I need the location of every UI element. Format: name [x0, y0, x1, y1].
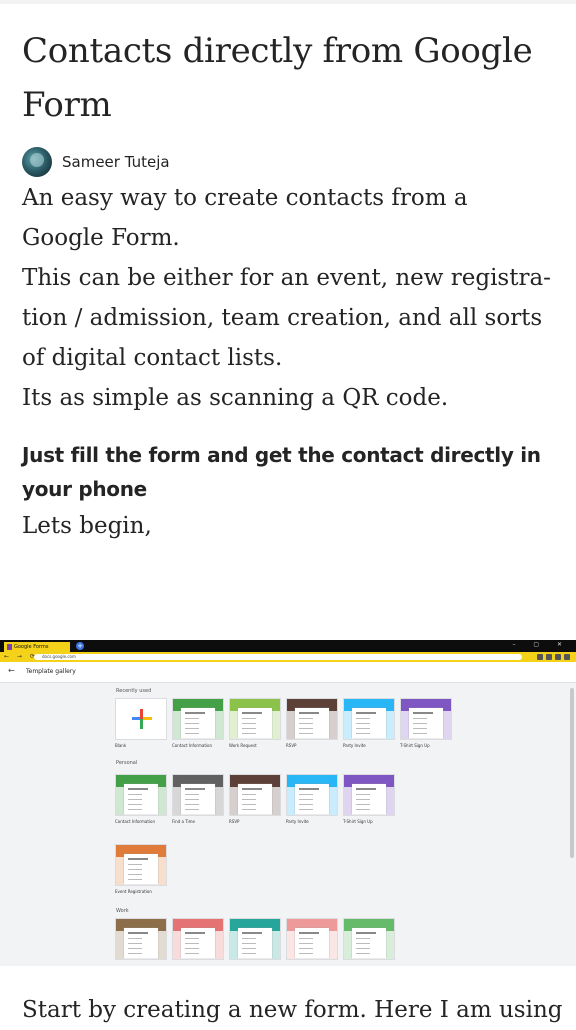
new-tab-icon: + — [76, 642, 84, 650]
top-strip — [0, 0, 576, 4]
paragraph-begin: Lets begin, — [22, 513, 152, 539]
paragraph-uses: This can be either for an event, new reg… — [22, 265, 551, 371]
section-label: Work — [116, 908, 129, 914]
template-label: T-Shirt Sign Up — [343, 819, 373, 824]
template-label: Blank — [115, 743, 127, 748]
template-tile[interactable] — [343, 698, 395, 740]
scrollbar — [570, 688, 574, 858]
plus-icon — [132, 709, 152, 729]
template-label: Party Invite — [343, 743, 366, 748]
nav-arrows-icon: ← → ⟳ — [4, 653, 38, 660]
section-label: Personal — [116, 760, 138, 766]
template-tile[interactable] — [286, 774, 338, 816]
back-arrow-icon: ← — [8, 666, 15, 675]
template-label: Contact Information — [115, 819, 155, 824]
browser-address-bar: ← → ⟳ docs.google.com — [0, 652, 576, 662]
section-label: Recently used — [116, 688, 152, 694]
template-tile[interactable] — [286, 918, 338, 960]
paragraph-qr: Its as simple as scanning a QR code. — [22, 385, 449, 411]
paragraph-intro: An easy way to create contacts from a Go… — [22, 185, 468, 251]
template-tile[interactable] — [172, 774, 224, 816]
browser-tab-strip: Google Forms + – ▢ ✕ — [0, 640, 576, 652]
article-body: Contacts directly from Google Form Samee… — [22, 24, 554, 546]
bold-subheading: Just fill the form and get the contact d… — [22, 443, 541, 501]
paragraph-next-partial: Start by creating a new form. Here I am … — [22, 997, 563, 1023]
gallery-appbar: ← Template gallery — [0, 662, 576, 683]
template-label: RSVP — [229, 819, 240, 824]
template-tile[interactable] — [343, 918, 395, 960]
window-controls-icon: – ▢ ✕ — [512, 641, 570, 648]
template-tile[interactable] — [400, 698, 452, 740]
template-tile[interactable] — [115, 918, 167, 960]
template-tile[interactable] — [115, 774, 167, 816]
template-tile[interactable] — [115, 844, 167, 886]
template-tile[interactable] — [229, 698, 281, 740]
article-title: Contacts directly from Google Form — [22, 31, 533, 125]
avatar[interactable] — [22, 147, 52, 177]
url-field: docs.google.com — [34, 654, 522, 660]
template-label: RSVP — [286, 743, 297, 748]
browser-tab: Google Forms — [4, 642, 70, 652]
template-label: Contact Information — [172, 743, 212, 748]
gallery-title: Template gallery — [26, 668, 76, 675]
template-tile[interactable] — [172, 918, 224, 960]
template-tile[interactable] — [343, 774, 395, 816]
template-label: Find a Time — [172, 819, 195, 824]
template-tile[interactable] — [286, 698, 338, 740]
template-label: T-Shirt Sign Up — [400, 743, 430, 748]
template-tile[interactable] — [172, 698, 224, 740]
author-name[interactable]: Sameer Tuteja — [62, 153, 170, 171]
template-label: Party Invite — [286, 819, 309, 824]
template-label: Event Registration — [115, 889, 152, 894]
author-row[interactable]: Sameer Tuteja — [22, 146, 554, 178]
template-tile[interactable] — [115, 698, 167, 740]
template-label: Work Request — [229, 743, 257, 748]
template-tile[interactable] — [229, 918, 281, 960]
extension-icons — [537, 654, 570, 660]
forms-template-gallery-screenshot: Google Forms + – ▢ ✕ ← → ⟳ docs.google.c… — [0, 640, 576, 966]
template-tile[interactable] — [229, 774, 281, 816]
